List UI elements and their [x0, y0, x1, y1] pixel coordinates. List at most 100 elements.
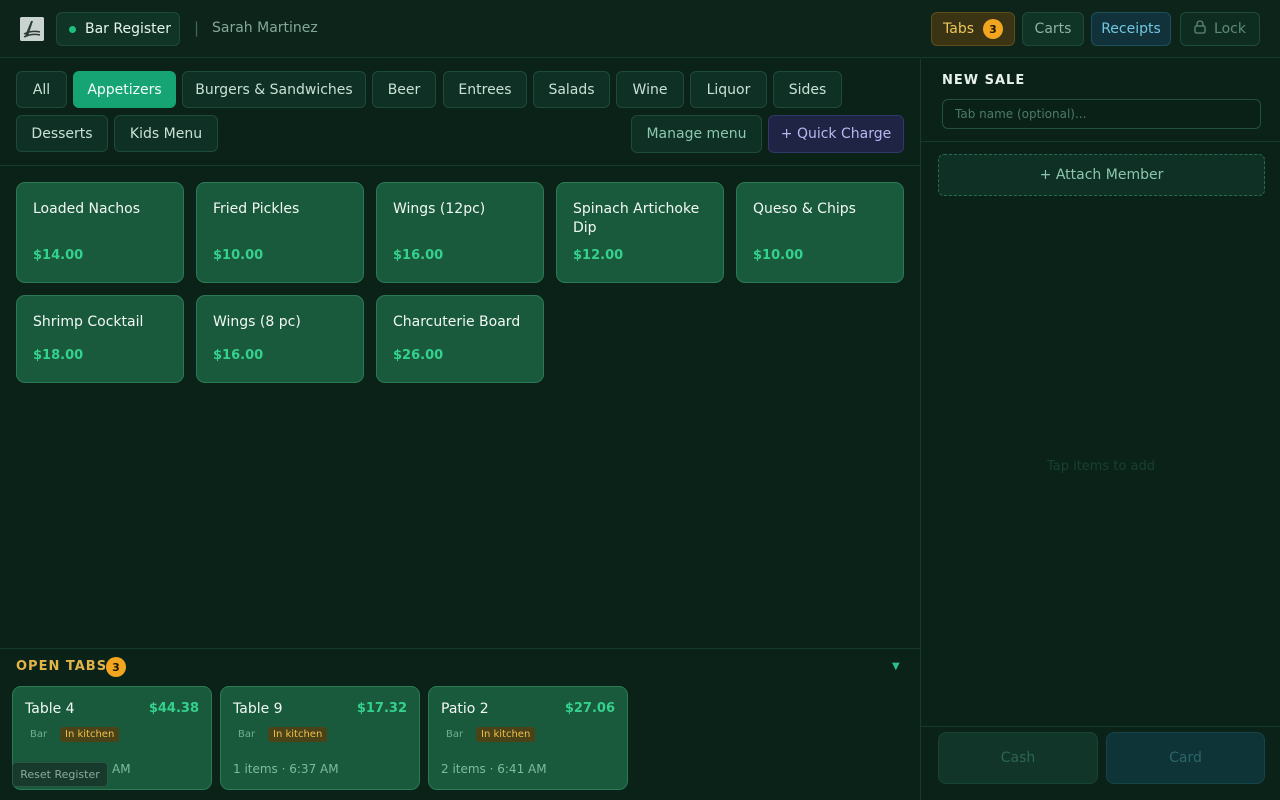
tabs-count-badge: 3: [983, 19, 1003, 39]
top-bar: Bar Register | Sarah Martinez Tabs 3 Car…: [0, 0, 1280, 58]
menu-item-tile[interactable]: Fried Pickles $10.00: [196, 182, 364, 283]
tab-name: Patio 2: [441, 701, 489, 717]
menu-item-tile[interactable]: Spinach Artichoke Dip $12.00: [556, 182, 724, 283]
open-tabs-count-badge: 3: [106, 657, 126, 677]
item-price: $10.00: [753, 248, 804, 263]
item-name: Shrimp Cocktail: [33, 314, 144, 330]
category-all[interactable]: All: [16, 71, 67, 108]
category-sides[interactable]: Sides: [773, 71, 842, 108]
manage-menu-button[interactable]: Manage menu: [631, 115, 762, 153]
open-tab-card[interactable]: Patio 2 $27.06 Bar In kitchen 2 items · …: [428, 686, 628, 790]
category-label: Burgers & Sandwiches: [195, 81, 353, 98]
item-name: Spinach Artichoke Dip: [573, 201, 700, 236]
collapse-toggle-icon[interactable]: ▼: [892, 661, 900, 672]
item-price: $18.00: [33, 348, 84, 363]
cash-button-label: Cash: [1000, 750, 1036, 766]
item-name: Queso & Chips: [753, 201, 856, 217]
tab-name-input[interactable]: [942, 99, 1261, 129]
item-price: $10.00: [213, 248, 264, 263]
tab-meta: 2 items · 6:41 AM: [441, 762, 547, 776]
sale-panel: NEW SALE + Attach Member Tap items to ad…: [920, 59, 1280, 800]
category-label: Wine: [632, 81, 668, 98]
item-price: $14.00: [33, 248, 84, 263]
reset-register-label: Reset Register: [20, 768, 100, 781]
category-salads[interactable]: Salads: [533, 71, 610, 108]
tab-amount: $27.06: [564, 701, 615, 716]
item-name: Charcuterie Board: [393, 314, 521, 330]
attach-member-label: + Attach Member: [1039, 167, 1164, 183]
divider: [921, 141, 1280, 142]
header-separator: |: [194, 19, 200, 37]
manage-menu-label: Manage menu: [646, 126, 747, 142]
open-tabs-panel: OPEN TABS 3 ▼ Table 4 $44.38 Bar In kitc…: [0, 648, 920, 800]
receipts-button-label: Receipts: [1101, 21, 1161, 37]
card-button[interactable]: Card: [1106, 732, 1265, 784]
tab-name: Table 4: [25, 701, 75, 717]
carts-button[interactable]: Carts: [1022, 12, 1084, 46]
lock-icon: [1194, 20, 1206, 38]
category-entrees[interactable]: Entrees: [443, 71, 527, 108]
category-label: Desserts: [31, 125, 93, 142]
register-selector[interactable]: Bar Register: [56, 12, 180, 46]
item-price: $16.00: [213, 348, 264, 363]
cash-button[interactable]: Cash: [938, 732, 1098, 784]
empty-cart-hint: Tap items to add: [1046, 459, 1156, 474]
register-name: Bar Register: [85, 21, 172, 37]
menu-item-tile[interactable]: Charcuterie Board $26.00: [376, 295, 544, 383]
quick-charge-button[interactable]: + Quick Charge: [768, 115, 904, 153]
category-bar: All Appetizers Burgers & Sandwiches Beer…: [0, 59, 920, 166]
item-price: $12.00: [573, 248, 624, 263]
item-price: $26.00: [393, 348, 444, 363]
menu-item-tile[interactable]: Shrimp Cocktail $18.00: [16, 295, 184, 383]
category-beer[interactable]: Beer: [372, 71, 436, 108]
item-name: Loaded Nachos: [33, 201, 141, 217]
item-name: Fried Pickles: [213, 201, 300, 217]
category-label: Appetizers: [87, 81, 162, 98]
tab-name: Table 9: [233, 701, 283, 717]
lock-button[interactable]: Lock: [1180, 12, 1260, 46]
tab-location-badge: Bar: [30, 729, 48, 740]
open-tab-card[interactable]: Table 9 $17.32 Bar In kitchen 1 items · …: [220, 686, 420, 790]
card-button-label: Card: [1169, 750, 1202, 766]
tab-status-badge: In kitchen: [476, 727, 536, 742]
category-liquor[interactable]: Liquor: [690, 71, 767, 108]
tab-meta: 1 items · 6:37 AM: [233, 762, 339, 776]
item-name: Wings (8 pc): [213, 314, 301, 330]
tab-amount: $17.32: [356, 701, 407, 716]
open-tabs-title: OPEN TABS: [16, 659, 108, 674]
current-user-name: Sarah Martinez: [212, 20, 318, 36]
category-label: Kids Menu: [129, 125, 203, 142]
category-burgers-sandwiches[interactable]: Burgers & Sandwiches: [182, 71, 366, 108]
category-desserts[interactable]: Desserts: [16, 115, 108, 152]
item-price: $16.00: [393, 248, 444, 263]
tab-amount: $44.38: [148, 701, 199, 716]
category-wine[interactable]: Wine: [616, 71, 684, 108]
category-label: All: [32, 81, 51, 98]
attach-member-button[interactable]: + Attach Member: [938, 154, 1265, 196]
item-name: Wings (12pc): [393, 201, 486, 217]
category-appetizers[interactable]: Appetizers: [73, 71, 176, 108]
menu-item-tile[interactable]: Wings (8 pc) $16.00: [196, 295, 364, 383]
tab-status-badge: In kitchen: [60, 727, 120, 742]
receipts-button[interactable]: Receipts: [1091, 12, 1171, 46]
tab-status-badge: In kitchen: [268, 727, 328, 742]
menu-item-tile[interactable]: Wings (12pc) $16.00: [376, 182, 544, 283]
menu-item-tile[interactable]: Loaded Nachos $14.00: [16, 182, 184, 283]
lock-button-label: Lock: [1214, 21, 1246, 37]
menu-item-tile[interactable]: Queso & Chips $10.00: [736, 182, 904, 283]
sale-title: NEW SALE: [942, 73, 1026, 88]
tab-location-badge: Bar: [238, 729, 256, 740]
category-label: Beer: [387, 81, 421, 98]
online-status-dot: [69, 25, 76, 33]
category-label: Liquor: [706, 81, 751, 98]
reset-register-button[interactable]: Reset Register: [12, 762, 108, 787]
carts-button-label: Carts: [1034, 21, 1072, 37]
tab-location-badge: Bar: [446, 729, 464, 740]
category-label: Entrees: [458, 81, 512, 98]
divider: [921, 726, 1280, 727]
category-kids-menu[interactable]: Kids Menu: [114, 115, 218, 152]
tabs-button[interactable]: Tabs 3: [931, 12, 1015, 46]
category-label: Sides: [788, 81, 827, 98]
category-label: Salads: [548, 81, 595, 98]
app-logo-icon: [20, 17, 44, 41]
